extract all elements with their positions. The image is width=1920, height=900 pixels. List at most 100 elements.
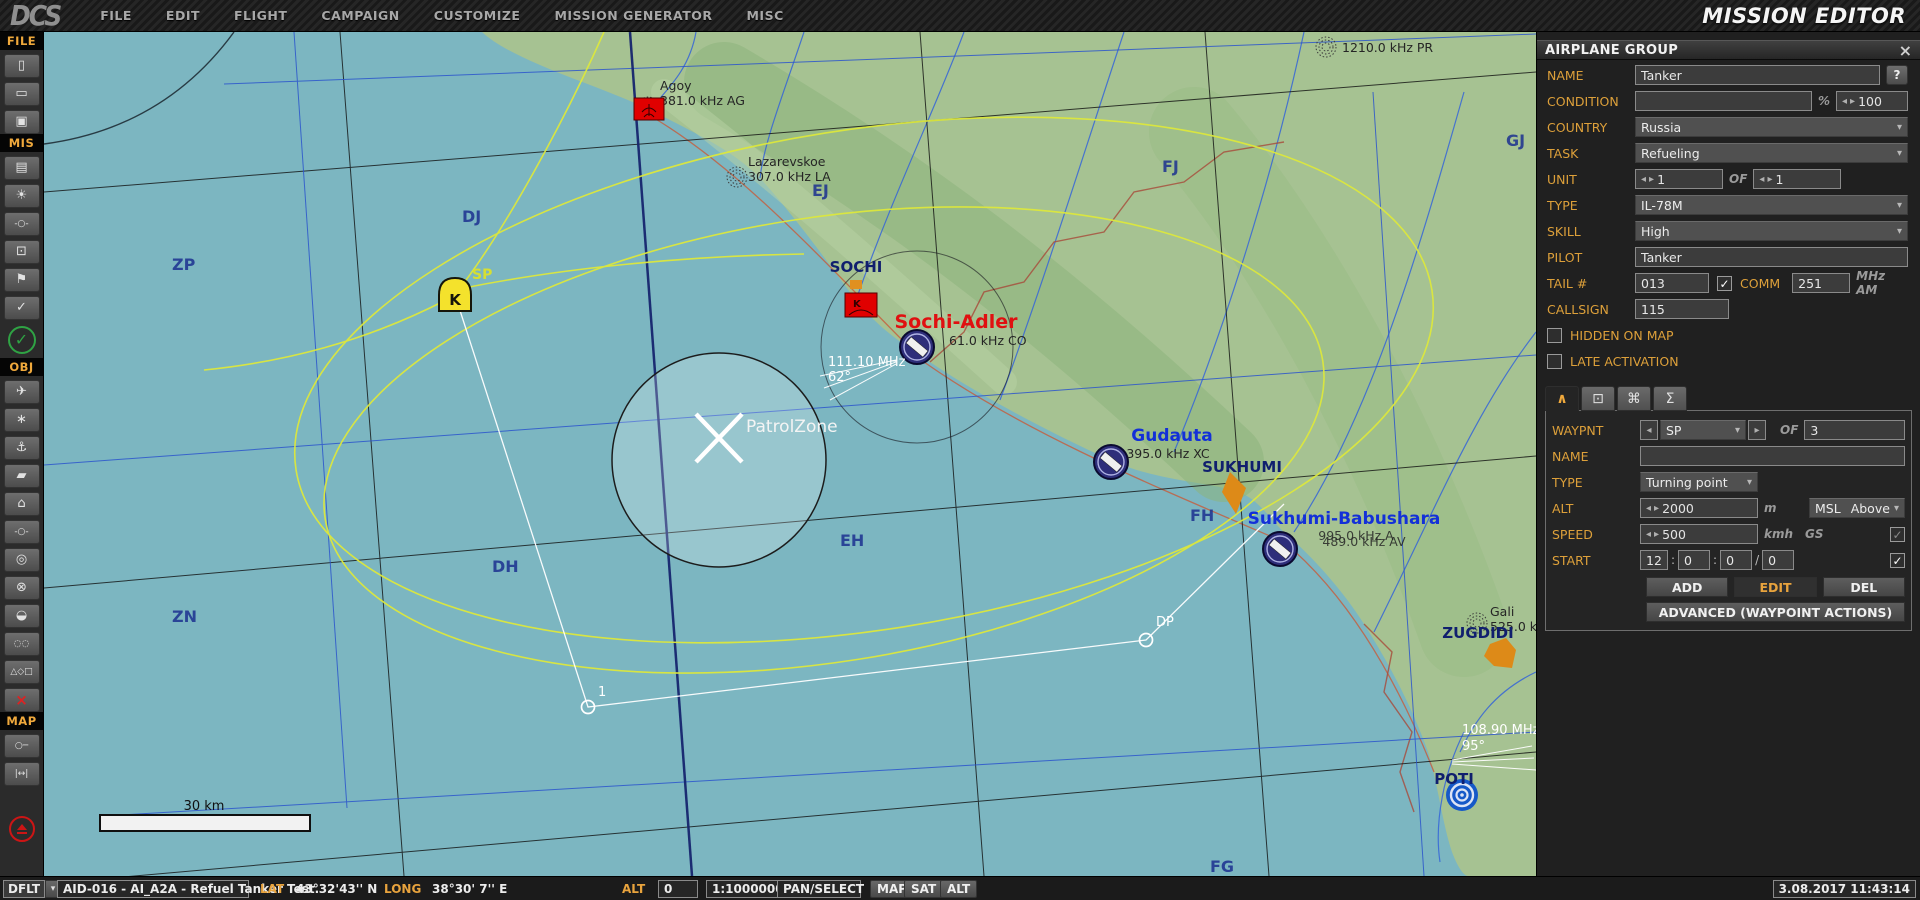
alt-status-label: ALT bbox=[622, 882, 645, 896]
unit-stepper[interactable]: ◂▸ 1 bbox=[1635, 169, 1723, 189]
airplane-group-panel: AIRPLANE GROUP × NAME ? CONDITION % ◂ ▸ … bbox=[1536, 32, 1920, 876]
bullseye-icon[interactable]: ◎ bbox=[4, 548, 40, 572]
comm-checkbox[interactable]: ✓ bbox=[1717, 276, 1732, 291]
static-object-icon[interactable]: ⌂ bbox=[4, 492, 40, 516]
del-button[interactable]: DEL bbox=[1823, 577, 1905, 597]
advanced-actions-button[interactable]: ADVANCED (WAYPOINT ACTIONS) bbox=[1646, 602, 1905, 622]
wp-type-select[interactable]: Turning point ▾ bbox=[1640, 472, 1758, 492]
briefing-icon[interactable]: ▤ bbox=[4, 156, 40, 180]
alt-stepper[interactable]: ◂▸ 2000 bbox=[1640, 498, 1758, 518]
template-icon[interactable]: ◒ bbox=[4, 604, 40, 628]
tail-number-input[interactable] bbox=[1635, 273, 1709, 293]
open-mission-icon[interactable]: ▭ bbox=[4, 82, 40, 106]
airport-icon-babushara[interactable] bbox=[1263, 532, 1297, 566]
menu-customize[interactable]: CUSTOMIZE bbox=[434, 8, 521, 23]
menu-file[interactable]: FILE bbox=[100, 8, 132, 23]
new-mission-icon[interactable]: ▯ bbox=[4, 54, 40, 78]
waypoint-select[interactable]: SP ▾ bbox=[1660, 420, 1746, 440]
unit-group-icon[interactable]: ◌◌ bbox=[4, 632, 40, 656]
condition-label: CONDITION bbox=[1547, 94, 1635, 109]
start-minutes-input[interactable] bbox=[1678, 550, 1710, 570]
menu-campaign[interactable]: CAMPAIGN bbox=[321, 8, 399, 23]
menu-mission-generator[interactable]: MISSION GENERATOR bbox=[554, 8, 712, 23]
map-svg[interactable]: PatrolZone 1 DP K SP Agoy 381.0 kHz AG L… bbox=[44, 32, 1536, 876]
aircraft-type-select[interactable]: IL-78M ▾ bbox=[1635, 195, 1908, 215]
close-icon[interactable]: × bbox=[1899, 41, 1920, 60]
tab-payload[interactable]: ⊡ bbox=[1581, 386, 1615, 411]
save-mission-icon[interactable]: ▣ bbox=[4, 110, 40, 134]
radio-tower-marker[interactable]: K bbox=[845, 293, 877, 317]
rules-check-icon[interactable]: ✓ bbox=[4, 296, 40, 320]
goals-icon[interactable]: ⚑ bbox=[4, 268, 40, 292]
distance-tool-icon[interactable]: ○─ bbox=[4, 734, 40, 758]
toolbar-section-mis: MIS bbox=[0, 134, 43, 152]
edit-button[interactable]: EDIT bbox=[1734, 577, 1816, 597]
delete-icon[interactable]: × bbox=[4, 688, 40, 712]
map-canvas[interactable]: PatrolZone 1 DP K SP Agoy 381.0 kHz AG L… bbox=[44, 32, 1536, 876]
alt-type-select[interactable]: MSL Above ▾ bbox=[1809, 498, 1905, 518]
ship-icon[interactable]: ⚓ bbox=[4, 436, 40, 460]
route-tool-icon[interactable]: -○- bbox=[4, 520, 40, 544]
airport-icon-gudauta[interactable] bbox=[1094, 445, 1128, 479]
group-name-input[interactable] bbox=[1635, 65, 1880, 85]
menu-flight[interactable]: FLIGHT bbox=[234, 8, 287, 23]
ils-freq-poti: 108.90 MHz bbox=[1462, 723, 1536, 738]
helicopter-icon[interactable]: ∗ bbox=[4, 408, 40, 432]
speed-stepper[interactable]: ◂▸ 500 bbox=[1640, 524, 1758, 544]
weather-icon[interactable]: ☀ bbox=[4, 184, 40, 208]
waypoint-next-button[interactable]: ▸ bbox=[1748, 420, 1766, 440]
start-day-input[interactable] bbox=[1762, 550, 1794, 570]
shapes-icon[interactable]: △◇□ bbox=[4, 660, 40, 684]
ruler-icon[interactable]: |↔| bbox=[4, 762, 40, 786]
skill-select[interactable]: High ▾ bbox=[1635, 221, 1908, 241]
mode-box[interactable]: PAN/SELECT bbox=[777, 880, 861, 898]
wp-name-input[interactable] bbox=[1640, 446, 1905, 466]
waypoint-prev-button[interactable]: ◂ bbox=[1640, 420, 1658, 440]
chevron-down-icon: ▾ bbox=[1897, 200, 1902, 211]
alt-layer-button[interactable]: ALT bbox=[940, 880, 977, 898]
ils-course-sochi: 62° bbox=[828, 370, 851, 385]
mission-name-box[interactable]: AID-016 - AI_A2A - Refuel Tanker Test. bbox=[57, 880, 249, 898]
task-select[interactable]: Refueling ▾ bbox=[1635, 143, 1908, 163]
mission-datetime: 3.08.2017 11:43:14 bbox=[1773, 880, 1916, 898]
start-time-checkbox[interactable]: ✓ bbox=[1890, 553, 1905, 568]
triggers-icon[interactable]: ⊡ bbox=[4, 240, 40, 264]
late-activation-checkbox[interactable] bbox=[1547, 354, 1562, 369]
add-button[interactable]: ADD bbox=[1646, 577, 1728, 597]
hidden-on-map-checkbox[interactable] bbox=[1547, 328, 1562, 343]
hidden-on-map-label: HIDDEN ON MAP bbox=[1570, 328, 1674, 343]
airplane-icon[interactable]: ✈ bbox=[4, 380, 40, 404]
stepper-right-icon[interactable]: ▸ bbox=[1850, 96, 1855, 107]
stepper-left-icon[interactable]: ◂ bbox=[1842, 96, 1847, 107]
country-select[interactable]: Russia ▾ bbox=[1635, 117, 1908, 137]
exit-icon[interactable] bbox=[9, 816, 35, 842]
menu-misc[interactable]: MISC bbox=[746, 8, 783, 23]
country-value: Russia bbox=[1641, 120, 1681, 135]
alt-status-value[interactable]: 0 bbox=[658, 880, 698, 898]
patrol-zone-circle[interactable] bbox=[612, 353, 826, 567]
callsign-input[interactable] bbox=[1635, 299, 1729, 319]
speed-lock-checkbox[interactable]: ✓ bbox=[1890, 527, 1905, 542]
pilot-input[interactable] bbox=[1635, 247, 1908, 267]
start-hours-input[interactable] bbox=[1640, 550, 1668, 570]
zone-icon[interactable]: ⊗ bbox=[4, 576, 40, 600]
failures-icon[interactable]: -○- bbox=[4, 212, 40, 236]
tab-systems[interactable]: ⌘ bbox=[1617, 386, 1651, 411]
start-waypoint-marker[interactable]: K bbox=[439, 278, 471, 311]
unit-of-stepper[interactable]: ◂▸ 1 bbox=[1753, 169, 1841, 189]
tab-summary[interactable]: Σ bbox=[1653, 386, 1687, 411]
radio-tower-marker[interactable] bbox=[634, 98, 664, 120]
menu-edit[interactable]: EDIT bbox=[166, 8, 200, 23]
vehicle-icon[interactable]: ▰ bbox=[4, 464, 40, 488]
condition-input[interactable] bbox=[1635, 91, 1812, 111]
tab-route[interactable]: ∧ bbox=[1545, 386, 1579, 411]
start-seconds-input[interactable] bbox=[1720, 550, 1752, 570]
probability-stepper[interactable]: ◂ ▸ 100 bbox=[1836, 91, 1908, 111]
comm-frequency-input[interactable] bbox=[1792, 273, 1850, 293]
agoy-name: Agoy bbox=[660, 78, 692, 93]
chevron-down-icon: ▾ bbox=[1897, 226, 1902, 237]
waypoint-count-input[interactable] bbox=[1804, 420, 1905, 440]
mission-check-icon[interactable]: ✓ bbox=[8, 326, 36, 354]
help-button[interactable]: ? bbox=[1886, 65, 1908, 85]
sat-layer-button[interactable]: SAT bbox=[904, 880, 943, 898]
